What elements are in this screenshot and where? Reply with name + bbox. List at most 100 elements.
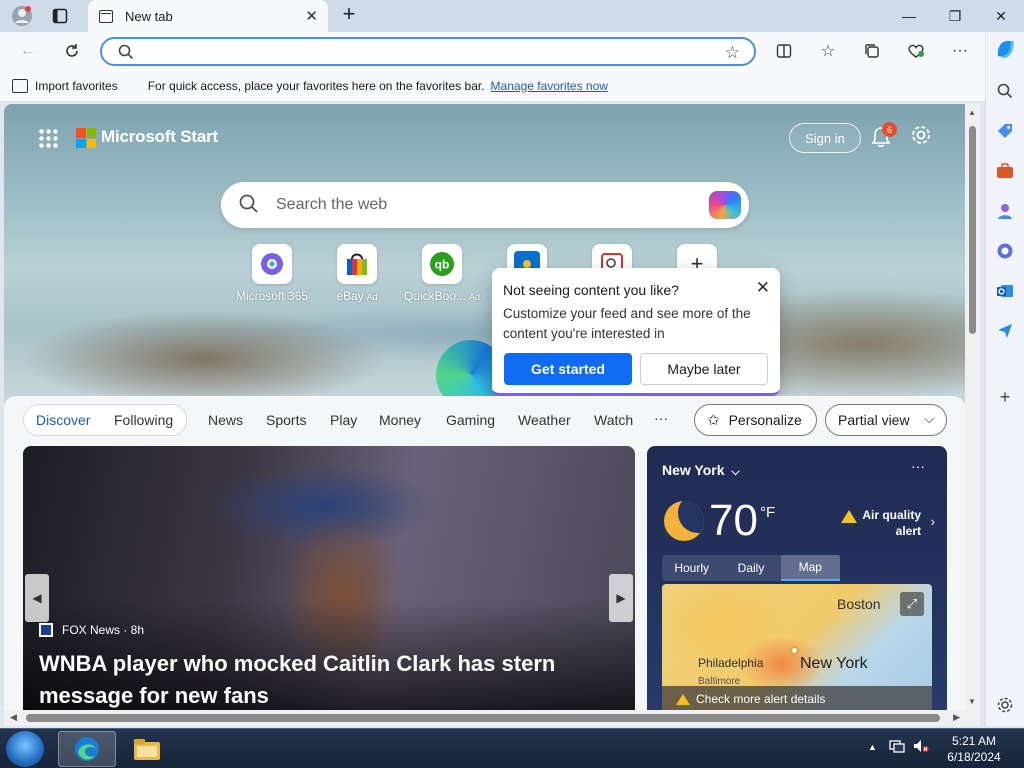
sidebar-search-icon[interactable] [994,80,1016,102]
tab-following[interactable]: Following [114,412,173,428]
app-launcher-grid-icon[interactable] [38,128,58,148]
personalize-button[interactable]: ✩ Personalize [694,404,817,436]
chevron-down-icon: ⌵ [924,411,934,426]
restore-icon[interactable]: ❐ [932,0,978,32]
map-label-new-york: New York [800,655,868,672]
vertical-scrollbar[interactable]: ▲ ▼ [965,104,980,710]
vertical-scroll-thumb[interactable] [969,126,976,334]
page-settings-gear-icon[interactable] [909,124,933,148]
weather-city-selector[interactable]: New York ⌵ [662,462,740,479]
popup-close-icon[interactable]: ✕ [756,278,770,298]
microsoft-logo-icon [76,128,96,148]
sidebar-settings-gear-icon[interactable] [994,694,1016,716]
temperature-unit[interactable]: °F [760,504,775,521]
shortcut-ebay[interactable]: eBay Ad [317,244,397,303]
search-icon [118,44,134,60]
horizontal-scroll-thumb[interactable] [26,714,940,722]
shopping-tag-icon[interactable] [994,120,1016,142]
nav-watch[interactable]: Watch [594,412,633,428]
scroll-up-arrow-icon[interactable]: ▲ [968,108,976,117]
profile-avatar-icon[interactable] [10,4,34,28]
start-button-windows-logo-icon[interactable] [6,731,44,767]
map-label-philadelphia: Philadelphia [698,656,764,670]
nav-more-icon[interactable]: ··· [654,410,668,426]
favorites-icon[interactable]: ☆ [817,40,839,62]
expand-map-icon[interactable]: ⤢ [900,592,924,616]
clock-date: 6/18/2024 [947,750,1001,764]
import-favorites-link[interactable]: Import favorites [35,79,118,93]
settings-more-icon[interactable]: ··· [949,40,971,62]
scroll-down-arrow-icon[interactable]: ▼ [968,697,976,706]
add-sidebar-app-plus-icon[interactable]: + [994,386,1016,408]
edge-sidebar: + [985,32,1024,726]
shortcut-label: QuickBoo... [403,289,466,303]
weather-card[interactable]: New York ⌵ ··· 70 °F Air quality alert ›… [647,446,947,710]
nav-gaming[interactable]: Gaming [446,412,495,428]
microsoft-365-icon [252,244,292,284]
microsoft-start-brand[interactable]: Microsoft Start [101,127,218,147]
tab-new-tab[interactable]: New tab ✕ [88,0,328,32]
maybe-later-button[interactable]: Maybe later [640,353,768,385]
copilot-search-icon[interactable] [709,191,741,219]
browser-essentials-icon[interactable] [905,40,927,62]
outlook-icon[interactable] [994,280,1016,302]
drop-send-icon[interactable] [994,320,1016,342]
taskbar-file-explorer[interactable] [118,731,176,767]
carousel-next-arrow-icon[interactable]: ▶ [609,574,633,622]
games-persona-icon[interactable] [994,200,1016,222]
shortcut-label: eBay [336,289,364,303]
tab-title: New tab [125,8,173,24]
discover-following-toggle: Discover Following [23,404,187,436]
split-screen-icon[interactable] [773,40,795,62]
web-search-box[interactable]: Search the web [221,182,749,228]
nav-money[interactable]: Money [379,412,421,428]
nav-play[interactable]: Play [330,412,357,428]
favorites-bar-message: For quick access, place your favorites h… [147,78,485,93]
address-bar[interactable]: ☆ [100,37,756,66]
alert-details-bar[interactable]: Check more alert details [662,686,932,710]
new-tab-plus-icon[interactable]: + [338,3,360,26]
weather-tab-daily[interactable]: Daily [721,555,780,581]
weather-more-options-icon[interactable]: ··· [911,458,925,474]
carousel-prev-arrow-icon[interactable]: ◀ [25,574,49,622]
new-tab-favicon-icon [99,9,113,23]
tab-actions-icon[interactable] [48,4,72,28]
air-quality-alert[interactable]: Air quality alert [835,507,921,539]
back-arrow-icon[interactable]: ← [17,40,39,62]
scroll-left-arrow-icon[interactable]: ◀ [10,712,17,723]
refresh-icon[interactable] [61,40,83,62]
news-headline[interactable]: WNBA player who mocked Caitlin Clark has… [39,648,609,710]
microsoft-365-icon[interactable] [994,240,1016,262]
shortcut-label: Microsoft 365 [235,289,309,303]
chevron-right-icon[interactable]: › [931,514,935,529]
weather-tab-hourly[interactable]: Hourly [662,555,721,581]
minimize-icon[interactable]: — [886,0,932,32]
scroll-right-arrow-icon[interactable]: ▶ [953,712,960,723]
close-tab-icon[interactable]: ✕ [305,7,318,25]
close-window-icon[interactable]: ✕ [978,0,1024,32]
network-icon[interactable] [889,739,905,756]
weather-tab-map[interactable]: Map [780,555,840,581]
system-clock[interactable]: 5:21 AM 6/18/2024 [940,733,1008,765]
tab-discover[interactable]: Discover [36,412,90,428]
show-hidden-icons-arrow[interactable]: ▲ [868,742,877,752]
taskbar-edge[interactable] [58,731,116,767]
volume-muted-icon[interactable] [913,739,929,756]
nav-news[interactable]: News [208,412,243,428]
shortcut-quickbooks[interactable]: qb QuickBoo... Ad [402,244,482,303]
nav-weather[interactable]: Weather [518,412,571,428]
copilot-icon[interactable] [994,38,1016,60]
manage-favorites-link[interactable]: Manage favorites now [491,79,608,93]
add-favorite-star-icon[interactable]: ☆ [725,43,740,63]
sign-in-button[interactable]: Sign in [789,123,861,153]
tools-toolbox-icon[interactable] [994,160,1016,182]
shortcut-microsoft-365[interactable]: Microsoft 365 [232,244,312,303]
horizontal-scrollbar[interactable]: ◀ ▶ [4,710,980,726]
alert-details-label: Check more alert details [696,692,826,706]
warning-triangle-icon [676,693,690,705]
nav-sports[interactable]: Sports [266,412,306,428]
top-news-card[interactable]: ◀ ▶ FOX News · 8h WNBA player who mocked… [23,446,635,710]
collections-icon[interactable] [861,40,883,62]
get-started-button[interactable]: Get started [504,353,632,385]
partial-view-dropdown[interactable]: Partial view ⌵ [825,404,947,436]
